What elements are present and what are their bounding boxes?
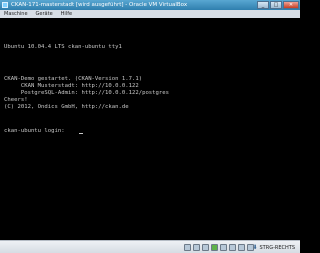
- menu-bar: Maschine Geräte Hilfe: [0, 10, 300, 18]
- title-bar[interactable]: CKAN-171-masterstadt [wird ausgeführt] -…: [0, 0, 300, 10]
- display-icon[interactable]: [229, 244, 236, 251]
- device-status-icons: [184, 244, 254, 251]
- menu-machine[interactable]: Maschine: [4, 10, 28, 18]
- maximize-button[interactable]: □: [270, 1, 282, 9]
- shared-folder-icon[interactable]: [220, 244, 227, 251]
- window-title: CKAN-171-masterstadt [wird ausgeführt] -…: [11, 2, 188, 8]
- usb-icon[interactable]: [202, 244, 209, 251]
- status-bar: ⬇ STRG-RECHTS: [0, 240, 300, 253]
- console-line-postgres-url: PostgreSQL-Admin: http://10.0.0.122/post…: [4, 90, 170, 96]
- host-key-label: STRG-RECHTS: [259, 244, 296, 251]
- window-controls: _ □ ✕: [257, 1, 299, 9]
- arrow-down-icon: ⬇: [252, 244, 258, 251]
- console-line-started: CKAN-Demo gestartet. (CKAN-Version 1.7.1…: [4, 76, 143, 82]
- capture-icon[interactable]: [238, 244, 245, 251]
- network-icon[interactable]: [211, 244, 218, 251]
- text-cursor: [79, 133, 83, 134]
- close-button[interactable]: ✕: [283, 1, 299, 9]
- console-login-prompt[interactable]: ckan-ubuntu login:: [4, 128, 68, 134]
- menu-help[interactable]: Hilfe: [61, 10, 72, 18]
- virtualbox-icon: [2, 2, 8, 8]
- host-key-indicator: ⬇ STRG-RECHTS: [252, 244, 295, 251]
- console-line-banner: Ubuntu 10.04.4 LTS ckan-ubuntu tty1: [4, 44, 122, 50]
- console-line-ckan-url: CKAN Musterstadt: http://10.0.0.122: [4, 83, 139, 89]
- minimize-button[interactable]: _: [257, 1, 269, 9]
- console-line-copyright: (C) 2012, Ondics GmbH, http://ckan.de: [4, 104, 129, 110]
- console-line-cheers: Cheers!: [4, 97, 28, 103]
- cd-icon[interactable]: [193, 244, 200, 251]
- hdd-icon[interactable]: [184, 244, 191, 251]
- menu-devices[interactable]: Geräte: [36, 10, 53, 18]
- vm-console-screen[interactable]: Ubuntu 10.04.4 LTS ckan-ubuntu tty1 CKAN…: [0, 18, 300, 240]
